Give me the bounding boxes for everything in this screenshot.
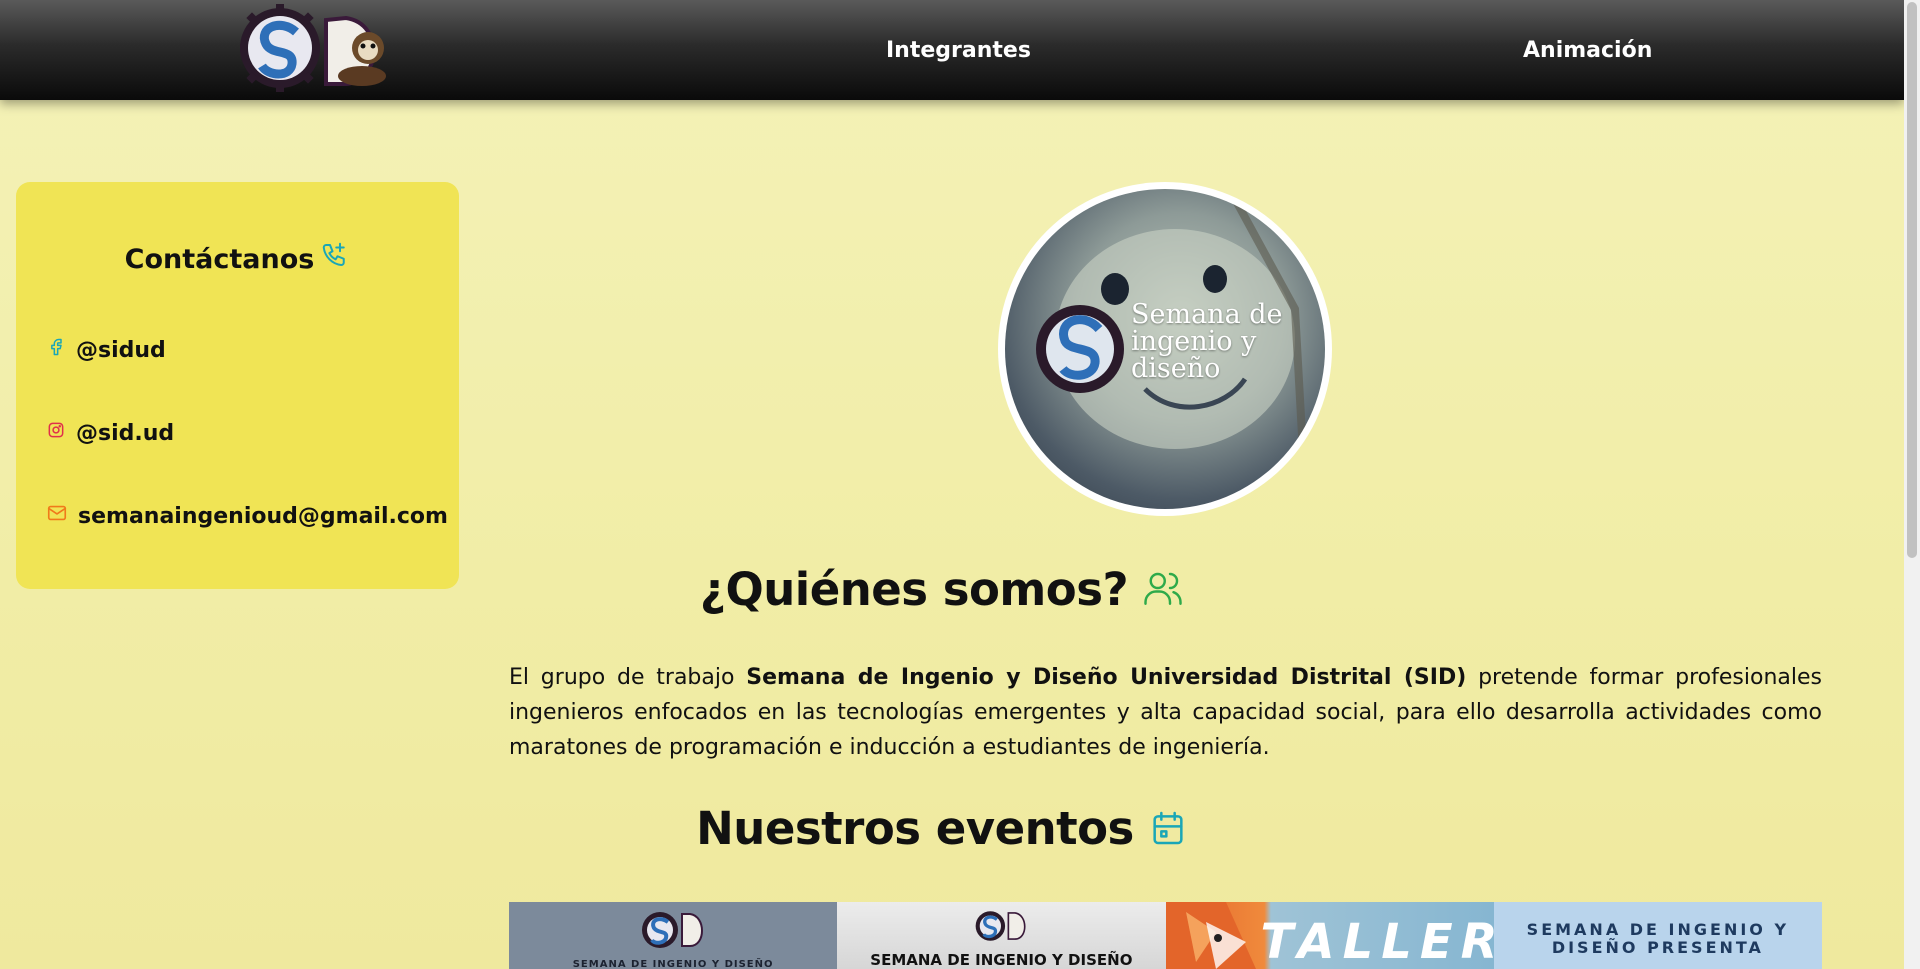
event-card-label: SEMANA DE INGENIO Y DISEÑO: [870, 951, 1133, 969]
event-card[interactable]: TALLER: [1165, 902, 1494, 969]
nav-integrantes[interactable]: Integrantes: [886, 38, 1031, 63]
event-card-label: SEMANA DE INGENIO Y DISEÑO: [572, 959, 774, 969]
event-card[interactable]: SEMANA DE INGENIO Y DISEÑO PRESENTA: [1493, 902, 1822, 969]
event-card[interactable]: SEMANA DE INGENIO Y DISEÑO: [837, 902, 1166, 969]
ferret-mascot-image: Semana de ingenio y diseño: [1005, 189, 1325, 509]
about-title: ¿Quiénes somos?: [699, 563, 1129, 616]
contact-card: Contáctanos @sidud @sid.ud semanaingenio…: [16, 182, 459, 589]
event-card-label: SEMANA DE INGENIO Y DISEÑO PRESENTA: [1526, 920, 1790, 957]
events-heading: Nuestros eventos: [0, 802, 1904, 855]
caption-line-2: ingenio y: [1131, 326, 1257, 357]
sid-logo: [642, 912, 704, 948]
facebook-handle: @sidud: [76, 337, 166, 363]
contact-title: Contáctanos: [124, 244, 315, 275]
sid-logo: [976, 911, 1026, 941]
caption-line-1: Semana de: [1131, 299, 1283, 330]
nav-animacion[interactable]: Animación: [1523, 38, 1652, 63]
instagram-handle: @sid.ud: [76, 420, 175, 446]
page-scrollbar[interactable]: [1904, 0, 1920, 969]
contact-instagram[interactable]: @sid.ud: [46, 419, 174, 447]
caption-line-3: diseño: [1131, 353, 1221, 384]
contact-heading: Contáctanos: [16, 240, 459, 277]
top-navbar: Integrantes Animación: [0, 0, 1904, 100]
mail-icon: [46, 502, 78, 530]
event-card-label: TALLER: [1260, 914, 1494, 969]
sid-logo[interactable]: [240, 4, 394, 92]
facebook-icon: [46, 336, 76, 364]
about-heading: ¿Quiénes somos?: [0, 563, 1904, 616]
profile-caption: Semana de ingenio y diseño: [1131, 301, 1283, 382]
events-title: Nuestros eventos: [696, 802, 1134, 855]
about-text-org: Semana de Ingenio y Diseño Universidad D…: [746, 665, 1467, 690]
email-address: semanaingenioud@gmail.com: [78, 503, 448, 529]
calendar-icon: [1153, 811, 1183, 845]
phone-plus-icon: [320, 240, 350, 277]
about-text-start: El grupo de trabajo: [509, 665, 747, 690]
events-gallery: SEMANA DE INGENIO Y DISEÑO SEMANA DE ING…: [509, 902, 1822, 969]
users-icon: [1144, 572, 1182, 605]
contact-facebook[interactable]: @sidud: [46, 336, 166, 364]
event-card[interactable]: SEMANA DE INGENIO Y DISEÑO: [509, 902, 838, 969]
about-description: El grupo de trabajo Semana de Ingenio y …: [509, 660, 1822, 765]
instagram-icon: [46, 419, 76, 447]
contact-email[interactable]: semanaingenioud@gmail.com: [46, 502, 448, 530]
scrollbar-thumb[interactable]: [1907, 2, 1917, 558]
sid-profile-image: Semana de ingenio y diseño: [998, 182, 1332, 516]
